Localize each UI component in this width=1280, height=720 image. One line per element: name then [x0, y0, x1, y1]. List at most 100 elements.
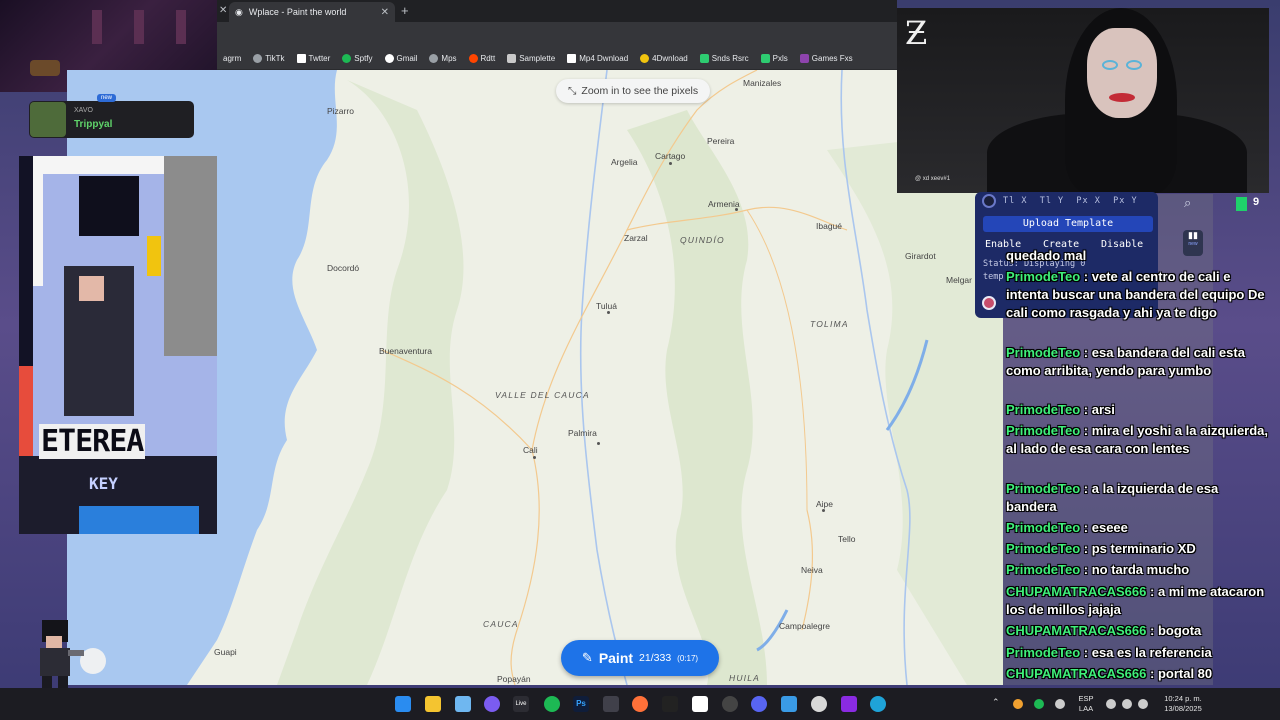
bookmark-games[interactable]: Games Fxs — [794, 54, 859, 63]
template-settings-icon[interactable] — [982, 296, 996, 310]
obs-icon[interactable] — [603, 696, 619, 712]
close-icon[interactable]: ✕ — [219, 5, 227, 16]
sounds-icon — [699, 54, 709, 63]
zoom-icon: ⤡ — [568, 84, 577, 97]
photos-icon[interactable] — [781, 696, 797, 712]
city-label: Palmira — [568, 428, 597, 438]
pixel-block — [164, 156, 217, 356]
firefox-icon[interactable] — [632, 696, 648, 712]
game-banner — [134, 10, 144, 44]
region-label: QUINDÍO — [680, 235, 725, 245]
bookmark-reddit[interactable]: Rdtt — [463, 54, 502, 63]
mp4-icon — [567, 54, 577, 63]
mascot-leg — [42, 676, 52, 688]
close-icon[interactable]: ✕ — [381, 7, 389, 18]
chat-message: PrimodeTeo : no tarda mucho — [1006, 562, 1190, 577]
bookmark-spotify[interactable]: Sptfy — [336, 54, 378, 63]
spotify-icon[interactable] — [544, 696, 560, 712]
city-marker — [607, 311, 610, 314]
pixel-mascot — [28, 620, 88, 688]
app-icon[interactable] — [662, 696, 678, 712]
template-status: temp — [983, 272, 1004, 282]
bookmark-mp4-download[interactable]: Mp4 Dwnload — [561, 54, 634, 63]
tray-icon[interactable] — [1013, 699, 1023, 709]
chat-message: PrimodeTeo : vete al centro de cali e in… — [1006, 269, 1265, 320]
file-explorer-icon[interactable] — [425, 696, 441, 712]
pixel-block — [19, 366, 33, 456]
live-icon[interactable]: Live — [513, 696, 529, 712]
chat-message: PrimodeTeo : ps terminario XD — [1006, 541, 1196, 556]
bookmark-instagram[interactable]: agrm — [217, 54, 247, 63]
language-indicator[interactable]: ESP LAA — [1074, 694, 1098, 714]
webcam-face — [1087, 28, 1157, 118]
spotify-icon — [342, 54, 352, 63]
new-tab-button[interactable]: + — [401, 3, 409, 18]
alert-name: Trippyal — [74, 119, 113, 130]
search-icon[interactable]: ⌕ — [1184, 195, 1202, 213]
samplette-icon — [507, 54, 517, 63]
city-label: Argelia — [611, 157, 638, 167]
clock-icon[interactable] — [811, 696, 827, 712]
app-icon[interactable] — [841, 696, 857, 712]
paint-button[interactable]: ✎ Paint 21/333 (0:17) — [561, 640, 719, 676]
mascot-body — [40, 648, 70, 676]
region-label: VALLE DEL CAUCA — [495, 390, 590, 400]
app-icon[interactable] — [484, 696, 500, 712]
clock[interactable]: 10:24 p. m. 13/08/2025 — [1158, 694, 1208, 714]
city-marker — [735, 208, 738, 211]
alert-user: XAVO — [74, 107, 93, 114]
volume-icon[interactable] — [1122, 699, 1132, 709]
city-label: Aipe — [816, 499, 834, 509]
bookmark-maps[interactable]: Mps — [423, 54, 462, 63]
city-label: Neiva — [801, 565, 823, 575]
reddit-icon — [468, 54, 478, 63]
maps-icon — [429, 54, 439, 63]
notepad-icon[interactable] — [455, 696, 471, 712]
tab-wplace[interactable]: ◉ Wplace - Paint the world ✕ — [229, 2, 395, 22]
edge-icon[interactable] — [870, 696, 886, 712]
bookmark-gmail[interactable]: Gmail — [379, 54, 424, 63]
chat-message: PrimodeTeo : esa bandera del cali esta c… — [1006, 345, 1245, 378]
pixel-art-preview: ETEREA KEY — [19, 156, 217, 534]
pixel-block — [147, 236, 161, 276]
bookmark-tiktok[interactable]: TikTk — [247, 54, 290, 63]
capcut-icon[interactable] — [692, 696, 708, 712]
template-logo-icon[interactable] — [982, 194, 996, 208]
address-bar[interactable] — [217, 22, 897, 48]
city-label: Docordó — [327, 263, 360, 273]
alert-notification: new XAVO Trippyal — [29, 94, 194, 138]
city-label: Pereira — [707, 136, 735, 146]
pixel-art-text: ETEREA — [39, 424, 146, 459]
pixel-block — [79, 506, 199, 534]
bookmark-sounds[interactable]: Snds Rsrc — [694, 54, 755, 63]
city-label: Pizarro — [327, 106, 354, 116]
chat-message: CHUPAMATRACAS666 : portal 80 — [1006, 666, 1213, 681]
microphone-icon[interactable] — [1055, 699, 1065, 709]
discord-icon[interactable] — [751, 696, 767, 712]
bookmark-twitter[interactable]: Twtter — [291, 54, 337, 63]
city-marker — [597, 442, 600, 445]
zoom-hint: ⤡ Zoom in to see the pixels — [556, 79, 711, 103]
chevron-up-icon[interactable]: ⌃ — [992, 697, 1000, 708]
bookmark-samplette[interactable]: Samplette — [501, 54, 561, 63]
photoshop-icon[interactable]: Ps — [573, 696, 589, 712]
battery-icon[interactable] — [1138, 699, 1148, 709]
city-marker — [533, 456, 536, 459]
bookmark-pexels[interactable]: Pxls — [755, 54, 794, 63]
webcam-makeup — [1109, 93, 1135, 102]
chat-message: PrimodeTeo : mira el yoshi a la aizquier… — [1006, 423, 1269, 456]
mascot-leg — [58, 676, 68, 688]
pixel-face — [79, 276, 104, 301]
chat-message: PrimodeTeo : esa es la referencia — [1006, 645, 1212, 660]
webcam-makeup — [1126, 60, 1142, 70]
tab-title: Wplace - Paint the world — [248, 7, 347, 17]
steam-icon[interactable] — [722, 696, 738, 712]
chat-message: PrimodeTeo : arsi — [1006, 402, 1115, 417]
bookmark-4download[interactable]: 4Dwnload — [634, 54, 694, 63]
k-logo-icon — [1236, 197, 1247, 211]
upload-template-button[interactable]: Upload Template — [983, 216, 1153, 232]
pixel-block — [33, 156, 43, 286]
windows-start-icon[interactable] — [395, 696, 411, 712]
tray-spotify-icon[interactable] — [1034, 699, 1044, 709]
wifi-icon[interactable] — [1106, 699, 1116, 709]
